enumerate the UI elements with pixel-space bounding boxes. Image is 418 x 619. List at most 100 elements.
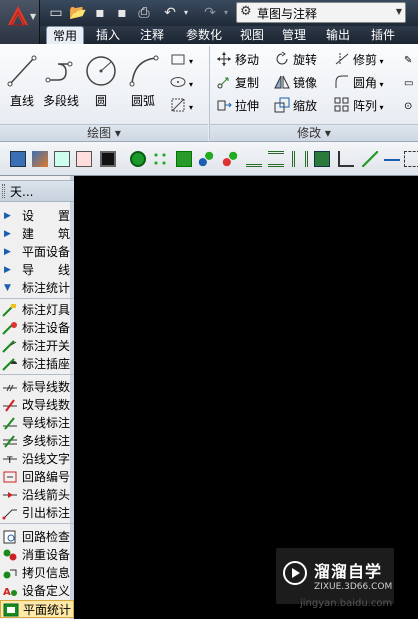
modify-panel-title[interactable]: 修改 ▾	[210, 124, 418, 141]
more-modify-icon[interactable]: ✎	[404, 50, 412, 71]
toolbar-tool-icon[interactable]	[130, 151, 146, 167]
scale-tool-button[interactable]: 缩放	[274, 96, 317, 117]
mirror-tool-button[interactable]: 镜像	[274, 73, 317, 94]
copy-tool-label: 复制	[235, 76, 260, 90]
tab-view[interactable]: 视图	[236, 26, 268, 44]
menu-item-leader-annotation[interactable]: 引出标注	[0, 504, 74, 522]
tab-plugins[interactable]: 插件	[366, 26, 400, 44]
toolbar-tool-icon[interactable]	[292, 151, 308, 167]
draw-panel-title[interactable]: 绘图 ▾	[0, 124, 208, 141]
toolbar-tool-icon[interactable]	[222, 151, 238, 167]
application-menu-button[interactable]: ▼	[0, 0, 40, 44]
tab-parametric[interactable]: 参数化	[180, 26, 228, 44]
more-modify-icon[interactable]: ⊙	[404, 96, 412, 117]
menu-item-circuit-check[interactable]: 回路检查	[0, 528, 74, 546]
text-along-line-icon: T	[3, 456, 17, 466]
toolbar-tool-icon[interactable]	[338, 151, 354, 167]
trim-tool-button[interactable]: 修剪 ▾	[334, 50, 384, 71]
toolbar-tool-icon[interactable]	[314, 151, 330, 167]
toolbar-tool-icon[interactable]	[32, 151, 48, 167]
side-menu-header[interactable]: 天...	[0, 180, 74, 202]
menu-item-wire-count[interactable]: 标导线数	[0, 378, 74, 396]
toolbar-tool-icon[interactable]	[76, 151, 92, 167]
menu-item-text-along-line[interactable]: T 沿线文字	[0, 450, 74, 468]
copy-tool-button[interactable]: 复制	[216, 73, 259, 94]
move-tool-label: 移动	[235, 53, 260, 67]
toolbar-tool-icon[interactable]	[384, 151, 400, 161]
stretch-tool-button[interactable]: 拉伸	[216, 96, 259, 117]
array-tool-button[interactable]: 阵列 ▾	[334, 96, 384, 117]
ellipse-tool-button[interactable]: ▾	[170, 73, 193, 94]
menu-item-remove-duplicate-equipment[interactable]: 消重设备	[0, 546, 74, 564]
rectangle-tool-button[interactable]: ▾	[170, 50, 193, 71]
annotate-equipment-icon	[2, 322, 17, 335]
menu-item-label: 标注开关	[22, 339, 71, 353]
drag-grip-icon[interactable]	[2, 184, 5, 198]
toolbar-tool-icon[interactable]	[198, 151, 214, 167]
menu-item-circuit-number[interactable]: 回路编号	[0, 468, 74, 486]
menu-item-define-equipment[interactable]: A 设备定义	[0, 582, 74, 600]
hatch-tool-button[interactable]: ▾	[170, 96, 193, 117]
toolbar-tool-icon[interactable]	[152, 151, 168, 167]
circle-tool-button[interactable]: 圆	[82, 48, 120, 120]
menu-item-annotate-lamps[interactable]: 标注灯具	[0, 301, 74, 319]
menu-item-copy-info[interactable]: 拷贝信息	[0, 564, 74, 582]
save-icon[interactable]	[100, 151, 116, 167]
scale-icon	[274, 97, 290, 113]
fillet-tool-label: 圆角	[353, 76, 378, 90]
move-tool-button[interactable]: 移动	[216, 50, 259, 71]
new-file-icon[interactable]: ▭	[46, 3, 66, 23]
polyline-tool-button[interactable]: 多段线	[42, 48, 80, 120]
open-folder-icon[interactable]: 📂	[68, 3, 88, 23]
toolbar-tool-icon[interactable]	[362, 151, 378, 167]
tab-home[interactable]: 常用	[46, 26, 84, 44]
menu-item-label: 标注设备	[22, 321, 71, 335]
trim-icon	[335, 53, 349, 65]
line-tool-button[interactable]: 直线	[3, 48, 41, 120]
menu-category-label: 建 筑	[22, 227, 71, 241]
title-bar: ▭ 📂 ▪ ▪ ⎙ ↶ ▾ ↷ ▾ ⚙ 草图与注释 ▼	[0, 0, 418, 26]
print-icon[interactable]: ⎙	[134, 3, 154, 23]
toolbar-tool-icon[interactable]	[176, 151, 192, 167]
menu-item-annotate-sockets[interactable]: 标注插座	[0, 355, 74, 373]
rectangle-icon	[171, 54, 185, 65]
watermark-title: 溜溜自学	[314, 562, 383, 581]
more-modify-icon[interactable]: ▭	[404, 73, 413, 94]
tab-insert[interactable]: 插入	[90, 26, 126, 44]
tab-output[interactable]: 输出	[322, 26, 354, 44]
fillet-icon	[335, 75, 348, 88]
menu-category-annotation-stats[interactable]: ▼ 标注统计	[0, 279, 74, 297]
rotate-tool-button[interactable]: 旋转	[274, 50, 317, 71]
menu-item-annotate-switches[interactable]: 标注开关	[0, 337, 74, 355]
menu-category-architecture[interactable]: ▶ 建 筑	[0, 225, 74, 243]
toolbar-tool-icon[interactable]	[54, 151, 70, 167]
redo-dropdown-icon[interactable]: ▾	[216, 3, 236, 23]
toolbar-tool-icon[interactable]	[10, 151, 26, 167]
menu-item-annotate-equipment[interactable]: 标注设备	[0, 319, 74, 337]
toolbar-tool-icon[interactable]	[246, 151, 262, 167]
move-icon	[217, 52, 231, 66]
menu-item-multi-wire-annotation[interactable]: 多线标注	[0, 432, 74, 450]
menu-item-change-wire-count[interactable]: 改导线数	[0, 396, 74, 414]
save-as-icon[interactable]: ▪	[112, 3, 132, 23]
save-icon[interactable]: ▪	[90, 3, 110, 23]
annotate-lamp-icon	[2, 304, 16, 317]
workspace-selector[interactable]: ⚙ 草图与注释 ▼	[236, 2, 406, 23]
menu-item-arrow-along-line[interactable]: 沿线箭头	[0, 486, 74, 504]
menu-item-label: 平面统计	[23, 603, 72, 617]
chevron-right-icon: ▶	[4, 247, 11, 257]
menu-category-label: 导 线	[22, 263, 71, 277]
tab-manage[interactable]: 管理	[278, 26, 310, 44]
toolbar-tool-icon[interactable]	[404, 151, 418, 167]
fillet-tool-button[interactable]: 圆角 ▾	[334, 73, 384, 94]
menu-category-wires[interactable]: ▶ 导 线	[0, 261, 74, 279]
menu-item-wire-annotation[interactable]: 导线标注	[0, 414, 74, 432]
tab-annotate[interactable]: 注释	[134, 26, 170, 44]
undo-dropdown-icon[interactable]: ▾	[176, 3, 196, 23]
menu-item-plan-statistics[interactable]: 平面统计	[0, 600, 74, 618]
arc-tool-button[interactable]: 圆弧	[124, 48, 162, 120]
menu-category-plan-equipment[interactable]: ▶ 平面设备	[0, 243, 74, 261]
menu-category-settings[interactable]: ▶ 设 置	[0, 207, 74, 225]
toolbar-tool-icon[interactable]	[268, 151, 284, 167]
hatch-icon	[171, 98, 185, 112]
